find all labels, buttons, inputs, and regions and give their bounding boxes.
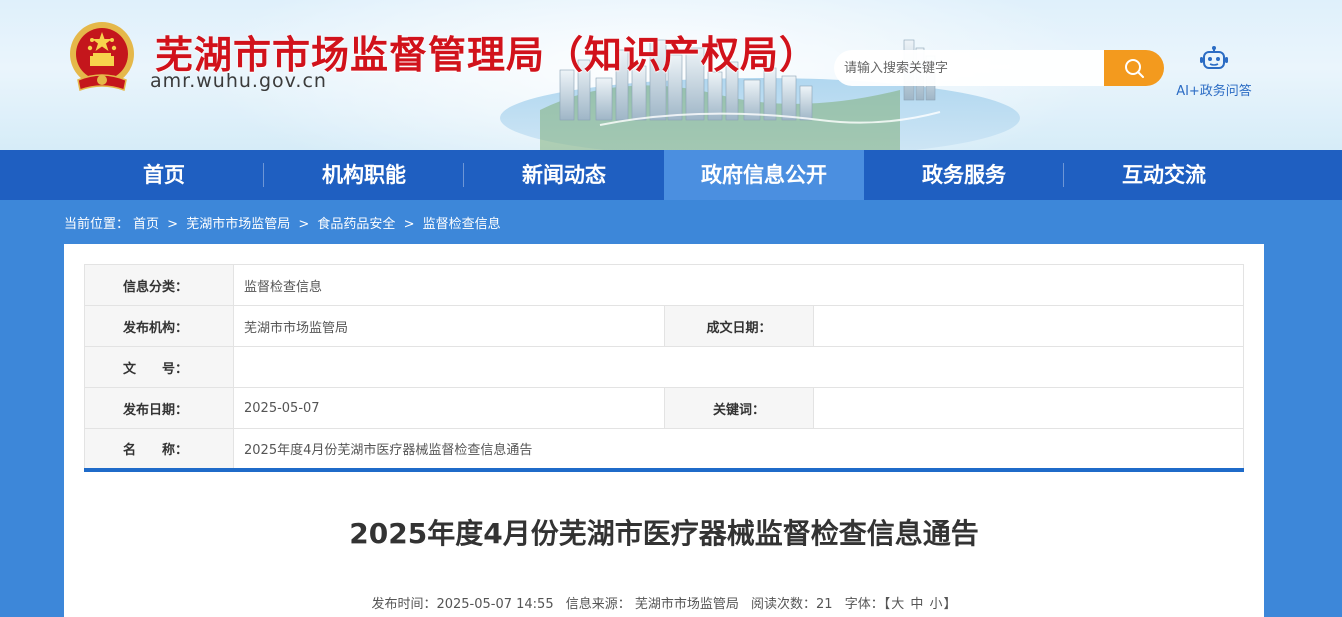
doc-number-label: 文 号： [84, 346, 234, 388]
nav-item-services[interactable]: 政务服务 [864, 150, 1064, 200]
breadcrumb-separator: > [298, 217, 310, 232]
font-medium-button[interactable]: 中 [910, 597, 923, 612]
table-row: 发布日期： 2025-05-07 关键词： [84, 387, 1244, 429]
table-row: 名 称： 2025年度4月份芜湖市医疗器械监督检查信息通告 [84, 428, 1244, 470]
doc-number-value [233, 346, 1244, 388]
main-nav: 首页 机构职能 新闻动态 政府信息公开 政务服务 互动交流 [0, 150, 1342, 200]
breadcrumb: 当前位置： 首页 > 芜湖市市场监管局 > 食品药品安全 > 监督检查信息 [64, 213, 505, 232]
breadcrumb-inspection[interactable]: 监督检查信息 [423, 217, 501, 232]
breadcrumb-food-drug[interactable]: 食品药品安全 [317, 217, 395, 232]
publish-date-label: 发布日期： [84, 387, 234, 429]
category-label: 信息分类： [84, 264, 234, 306]
font-large-button[interactable]: 大 [891, 597, 904, 612]
font-size-close: 】 [943, 597, 957, 612]
nav-item-organization[interactable]: 机构职能 [264, 150, 464, 200]
nav-item-news[interactable]: 新闻动态 [464, 150, 664, 200]
breadcrumb-separator: > [403, 217, 415, 232]
search-icon [1125, 59, 1144, 78]
view-count: 阅读次数：21 [751, 597, 833, 612]
nav-item-gov-info[interactable]: 政府信息公开 [664, 150, 864, 200]
article-title: 2025年度4月份芜湖市医疗器械监督检查信息通告 [349, 517, 979, 550]
breadcrumb-prefix: 当前位置： [64, 217, 130, 232]
search-bar [834, 50, 1164, 86]
ai-assistant-button[interactable]: AI+政务问答 [1170, 46, 1258, 99]
org-label: 发布机构： [84, 305, 234, 347]
font-size-label: 字体：【 [844, 597, 891, 612]
ai-assistant-label: AI+政务问答 [1176, 84, 1252, 99]
breadcrumb-bureau[interactable]: 芜湖市市场监管局 [186, 217, 290, 232]
info-table: 信息分类： 监督检查信息 发布机构： 芜湖市市场监管局 成文日期： 文 号： 发… [84, 264, 1244, 472]
nav-item-home[interactable]: 首页 [64, 150, 264, 200]
national-emblem-icon [70, 22, 134, 92]
created-date-value [813, 305, 1244, 347]
org-value: 芜湖市市场监管局 [233, 305, 665, 347]
name-value: 2025年度4月份芜湖市医疗器械监督检查信息通告 [233, 428, 1244, 470]
search-input[interactable] [834, 50, 1106, 86]
publish-date-value: 2025-05-07 [233, 387, 665, 429]
site-header: 芜湖市市场监督管理局（知识产权局） amr.wuhu.gov.cn AI+政务问… [0, 0, 1342, 150]
table-row: 发布机构： 芜湖市市场监管局 成文日期： [84, 305, 1244, 347]
font-size-control: 字体：【大 中 小】 [845, 597, 957, 612]
content-panel: 信息分类： 监督检查信息 发布机构： 芜湖市市场监管局 成文日期： 文 号： 发… [64, 244, 1264, 617]
name-label: 名 称： [84, 428, 234, 470]
info-source: 信息来源： 芜湖市市场监管局 [565, 597, 739, 612]
table-row: 文 号： [84, 346, 1244, 388]
category-value: 监督检查信息 [233, 264, 1244, 306]
keywords-value [813, 387, 1244, 429]
breadcrumb-separator: > [167, 217, 179, 232]
keywords-label: 关键词： [664, 387, 814, 429]
nav-item-interaction[interactable]: 互动交流 [1064, 150, 1264, 200]
article-meta: 发布时间：2025-05-07 14:55 信息来源： 芜湖市市场监管局 阅读次… [64, 593, 1264, 612]
robot-icon [1200, 46, 1228, 69]
search-button[interactable] [1104, 50, 1164, 86]
table-row: 信息分类： 监督检查信息 [84, 264, 1244, 306]
breadcrumb-home[interactable]: 首页 [133, 217, 159, 232]
site-domain: amr.wuhu.gov.cn [150, 70, 327, 92]
publish-time: 发布时间：2025-05-07 14:55 [371, 597, 554, 612]
font-small-button[interactable]: 小 [930, 597, 943, 612]
created-date-label: 成文日期： [664, 305, 814, 347]
